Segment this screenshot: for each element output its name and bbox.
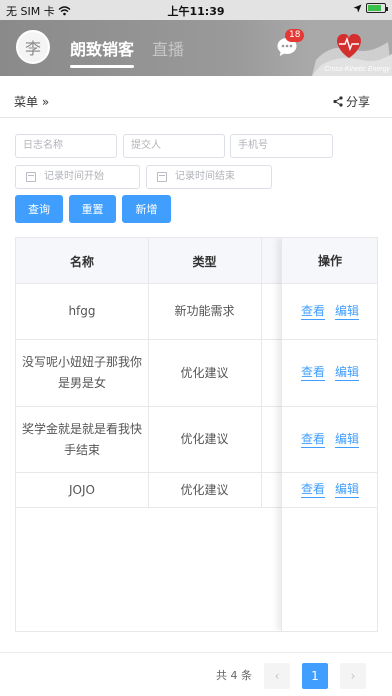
submitter-input[interactable]: 提交人 [123, 134, 225, 158]
tab-live[interactable]: 直播 [152, 36, 184, 60]
view-link[interactable]: 查看 [300, 482, 325, 498]
phone-input[interactable]: 手机号 [230, 134, 333, 158]
status-bar: 无 SIM 卡 上午11:39 [0, 0, 392, 20]
action-column: 操作 查看 编辑 查看 编辑 查看 编辑 查看 编辑 [281, 238, 377, 631]
pagination-bar: 共 4 条 ‹ 1 › [0, 652, 392, 696]
page-1-button[interactable]: 1 [302, 663, 328, 689]
edit-link[interactable]: 编辑 [335, 432, 360, 448]
cell-type: 优化建议 [180, 365, 229, 380]
start-time-input[interactable]: 记录时间开始 [15, 165, 140, 189]
cell-name: JOJO [69, 482, 95, 497]
view-link[interactable]: 查看 [300, 365, 325, 381]
menu-button[interactable]: 菜单 » [14, 93, 49, 110]
action-cell: 查看 编辑 [282, 407, 377, 473]
reset-button[interactable]: 重置 [69, 195, 116, 223]
query-button[interactable]: 查询 [15, 195, 63, 223]
edit-link[interactable]: 编辑 [335, 482, 360, 498]
log-table: 名称 类型 hfgg 新功能需求 没写呢小妞妞子那我你是男是女 优化建议 奖学金… [15, 237, 378, 632]
view-link[interactable]: 查看 [300, 432, 325, 448]
cell-name: 没写呢小妞妞子那我你是男是女 [22, 355, 143, 390]
total-count: 共 4 条 [216, 669, 252, 682]
tab-langzhi-sales[interactable]: 朗致销客 [70, 36, 135, 68]
cell-name: hfgg [68, 304, 96, 318]
avatar[interactable]: 李 [16, 30, 50, 64]
message-badge: 18 [285, 29, 305, 42]
share-icon [333, 96, 343, 107]
action-cell: 查看 编辑 [282, 340, 377, 407]
action-cell: 查看 编辑 [282, 284, 377, 340]
header-type: 类型 [192, 254, 217, 269]
share-button[interactable]: 分享 [333, 93, 370, 110]
cell-type: 优化建议 [180, 432, 229, 446]
action-cell: 查看 编辑 [282, 473, 377, 508]
calendar-icon [157, 172, 167, 182]
calendar-icon [26, 172, 36, 182]
log-name-input[interactable]: 日志名称 [15, 134, 117, 158]
prev-page-button[interactable]: ‹ [264, 663, 290, 689]
battery-icon [366, 3, 388, 13]
cell-type: 新功能需求 [174, 304, 235, 318]
battery-fill [368, 5, 381, 11]
start-time-placeholder: 记录时间开始 [44, 171, 104, 182]
menu-bar: 菜单 » 分享 [0, 84, 392, 118]
edit-link[interactable]: 编辑 [335, 304, 360, 320]
add-button[interactable]: 新增 [122, 195, 171, 223]
status-right [353, 3, 388, 13]
brand-text: Cross-Kinetic Energy [324, 66, 390, 73]
next-page-button[interactable]: › [340, 663, 366, 689]
status-time: 上午11:39 [167, 5, 225, 18]
end-time-input[interactable]: 记录时间结束 [146, 165, 272, 189]
location-arrow-icon [353, 4, 362, 12]
edit-link[interactable]: 编辑 [335, 365, 360, 381]
view-link[interactable]: 查看 [300, 304, 325, 320]
header-action: 操作 [282, 238, 377, 284]
header-name: 名称 [69, 254, 94, 269]
cell-name: 奖学金就是就是看我快手结束 [22, 421, 143, 457]
app-header: 李 朗致销客 直播 18 Cross-Kinetic Energy [0, 20, 392, 76]
end-time-placeholder: 记录时间结束 [175, 171, 235, 182]
cell-type: 优化建议 [180, 482, 229, 497]
share-label: 分享 [345, 95, 370, 109]
